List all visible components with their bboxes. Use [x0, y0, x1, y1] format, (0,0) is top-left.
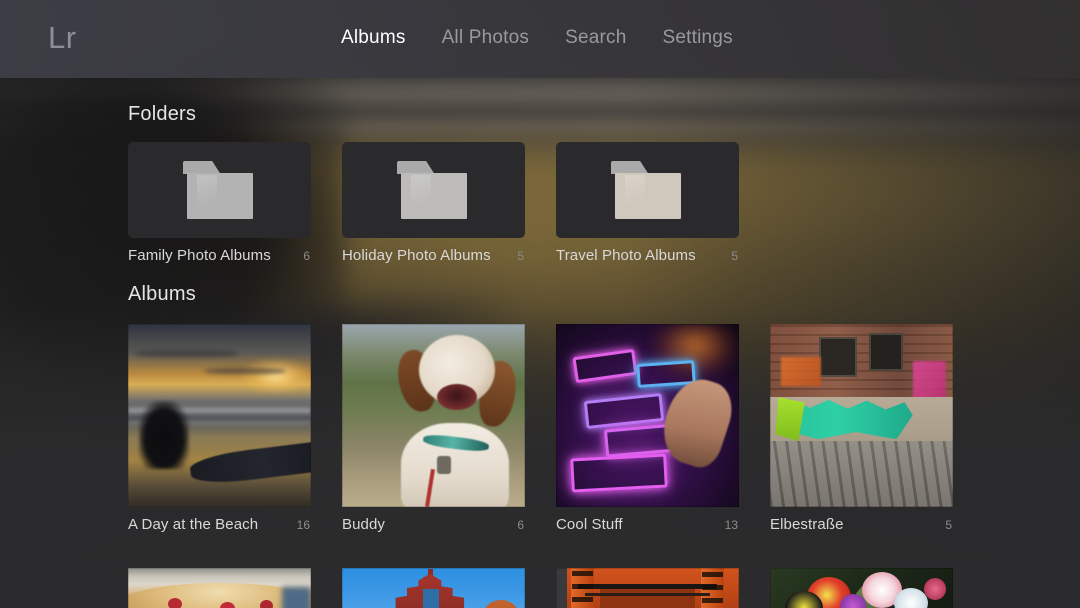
- album-count: 13: [725, 518, 738, 532]
- album-count: 5: [945, 518, 952, 532]
- main-nav: Albums All Photos Search Settings: [341, 27, 733, 49]
- album-thumbnail[interactable]: [556, 568, 739, 608]
- top-bar: Lr Albums All Photos Search Settings: [0, 0, 1080, 78]
- album-caption: A Day at the Beach 16: [128, 516, 311, 533]
- album-card[interactable]: [342, 568, 525, 608]
- album-card[interactable]: A Day at the Beach 16: [128, 324, 311, 533]
- album-thumbnail[interactable]: [556, 324, 739, 507]
- folder-card[interactable]: Travel Photo Albums 5: [556, 142, 739, 264]
- albums-section-title: Albums: [128, 283, 196, 306]
- folders-grid: Family Photo Albums 6 Holiday Photo Albu…: [128, 142, 739, 264]
- folder-card[interactable]: Holiday Photo Albums 5: [342, 142, 525, 264]
- folder-icon: [611, 161, 685, 219]
- folder-caption: Holiday Photo Albums 5: [342, 247, 525, 264]
- album-card[interactable]: [770, 568, 953, 608]
- folder-name: Family Photo Albums: [128, 247, 271, 264]
- album-card[interactable]: [556, 568, 739, 608]
- album-card[interactable]: Cool Stuff 13: [556, 324, 739, 533]
- album-card[interactable]: [128, 568, 311, 608]
- folder-caption: Travel Photo Albums 5: [556, 247, 739, 264]
- album-thumbnail[interactable]: [128, 324, 311, 507]
- folder-caption: Family Photo Albums 6: [128, 247, 311, 264]
- album-thumbnail[interactable]: [770, 568, 953, 608]
- nav-item-search[interactable]: Search: [565, 27, 626, 49]
- folder-count: 5: [517, 249, 524, 263]
- album-card[interactable]: Buddy 6: [342, 324, 525, 533]
- album-name: Cool Stuff: [556, 516, 623, 533]
- albums-grid: A Day at the Beach 16 Buddy 6: [128, 324, 953, 533]
- folder-name: Travel Photo Albums: [556, 247, 696, 264]
- album-thumbnail[interactable]: [128, 568, 311, 608]
- lightroom-logo[interactable]: Lr: [48, 20, 77, 56]
- album-caption: Buddy 6: [342, 516, 525, 533]
- nav-item-all-photos[interactable]: All Photos: [442, 27, 530, 49]
- folder-count: 5: [731, 249, 738, 263]
- nav-item-albums[interactable]: Albums: [341, 27, 406, 49]
- album-caption: Elbestraße 5: [770, 516, 953, 533]
- album-thumbnail[interactable]: [342, 568, 525, 608]
- album-count: 16: [297, 518, 310, 532]
- album-thumbnail[interactable]: [342, 324, 525, 507]
- folder-count: 6: [303, 249, 310, 263]
- album-name: A Day at the Beach: [128, 516, 258, 533]
- album-name: Elbestraße: [770, 516, 844, 533]
- album-card[interactable]: Elbestraße 5: [770, 324, 953, 533]
- folder-name: Holiday Photo Albums: [342, 247, 491, 264]
- folder-thumbnail[interactable]: [128, 142, 311, 238]
- nav-item-settings[interactable]: Settings: [663, 27, 733, 49]
- album-caption: Cool Stuff 13: [556, 516, 739, 533]
- lightroom-albums-screen: Lr Albums All Photos Search Settings Fol…: [0, 0, 1080, 608]
- content-area: Folders Family Photo Albums 6: [0, 78, 1080, 608]
- folders-section-title: Folders: [128, 103, 196, 126]
- album-name: Buddy: [342, 516, 385, 533]
- folder-icon: [183, 161, 257, 219]
- folder-icon: [397, 161, 471, 219]
- albums-grid-row-2: [128, 568, 953, 608]
- folder-thumbnail[interactable]: [342, 142, 525, 238]
- folder-card[interactable]: Family Photo Albums 6: [128, 142, 311, 264]
- folder-thumbnail[interactable]: [556, 142, 739, 238]
- album-count: 6: [517, 518, 524, 532]
- album-thumbnail[interactable]: [770, 324, 953, 507]
